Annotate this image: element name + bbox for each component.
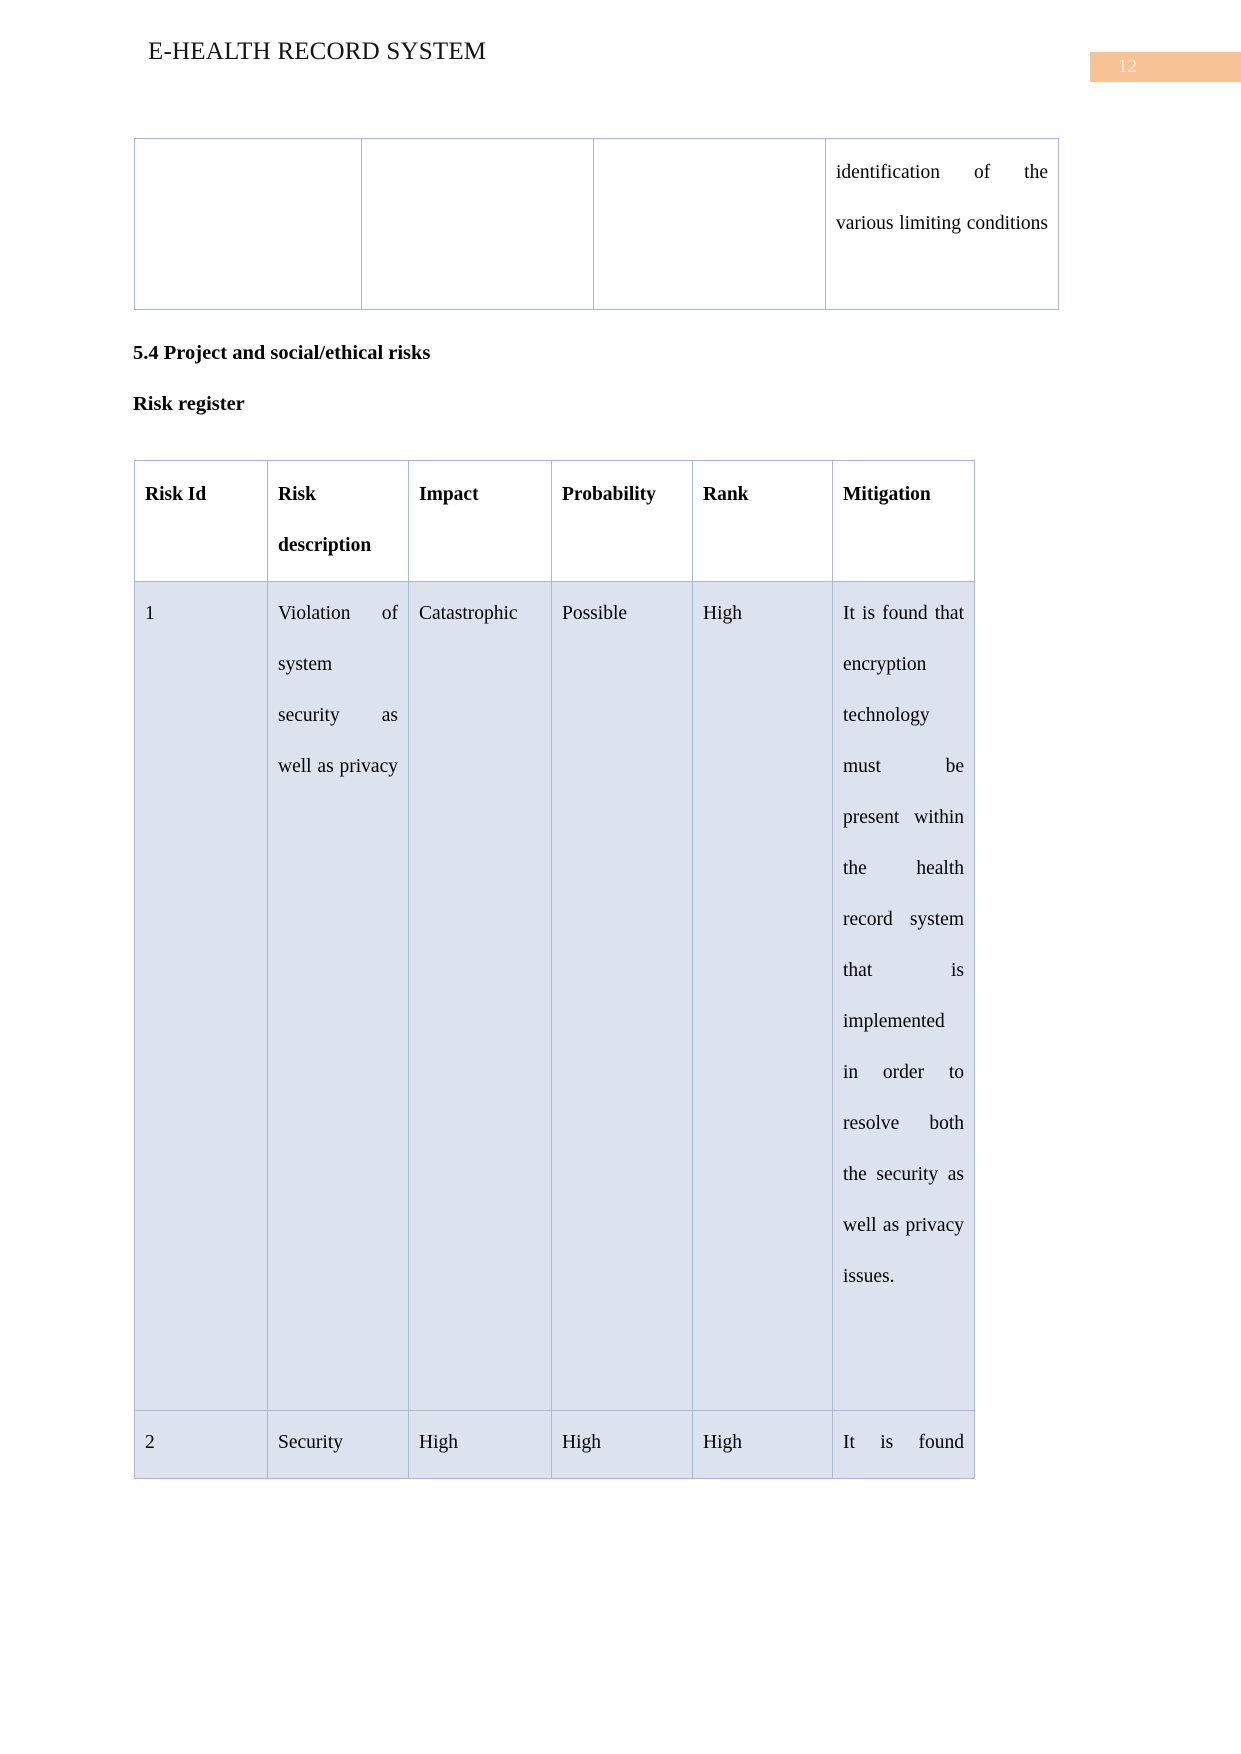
- table-row: identification of the various limiting c…: [134, 138, 1059, 310]
- continued-cell-3: [593, 138, 826, 310]
- cell-risk-id: 2: [134, 1410, 268, 1479]
- column-header-rank: Rank: [692, 460, 833, 582]
- column-header-risk-description: Risk description: [267, 460, 409, 582]
- column-header-probability: Probability: [551, 460, 693, 582]
- cell-risk-description: Violation of system security as well as …: [267, 581, 409, 1411]
- section-heading: 5.4 Project and social/ethical risks: [133, 342, 431, 364]
- continued-cell-2: [361, 138, 594, 310]
- continued-table: identification of the various limiting c…: [134, 138, 1059, 310]
- cell-rank: High: [692, 581, 833, 1411]
- table-row: 1 Violation of system security as well a…: [134, 581, 975, 1411]
- cell-risk-description: Security: [267, 1410, 409, 1479]
- cell-risk-id: 1: [134, 581, 268, 1411]
- continued-cell-1: [134, 138, 362, 310]
- table-row: 2 Security High High High It is found: [134, 1410, 975, 1479]
- cell-impact: Catastrophic: [408, 581, 552, 1411]
- continued-cell-4: identification of the various limiting c…: [825, 138, 1059, 310]
- subsection-heading: Risk register: [133, 393, 245, 415]
- table-header-row: Risk Id Risk description Impact Probabil…: [134, 460, 975, 582]
- document-header-title: E-HEALTH RECORD SYSTEM: [148, 38, 487, 65]
- column-header-mitigation: Mitigation: [832, 460, 975, 582]
- cell-probability: Possible: [551, 581, 693, 1411]
- page-number-badge: 12: [1090, 52, 1241, 82]
- risk-register-table: Risk Id Risk description Impact Probabil…: [134, 460, 975, 1479]
- column-header-impact: Impact: [408, 460, 552, 582]
- cell-probability: High: [551, 1410, 693, 1479]
- cell-mitigation: It is found: [832, 1410, 975, 1479]
- cell-rank: High: [692, 1410, 833, 1479]
- cell-mitigation: It is found that encryption technology m…: [832, 581, 975, 1411]
- cell-impact: High: [408, 1410, 552, 1479]
- column-header-risk-id: Risk Id: [134, 460, 268, 582]
- document-page: E-HEALTH RECORD SYSTEM 12 identification…: [0, 0, 1241, 1754]
